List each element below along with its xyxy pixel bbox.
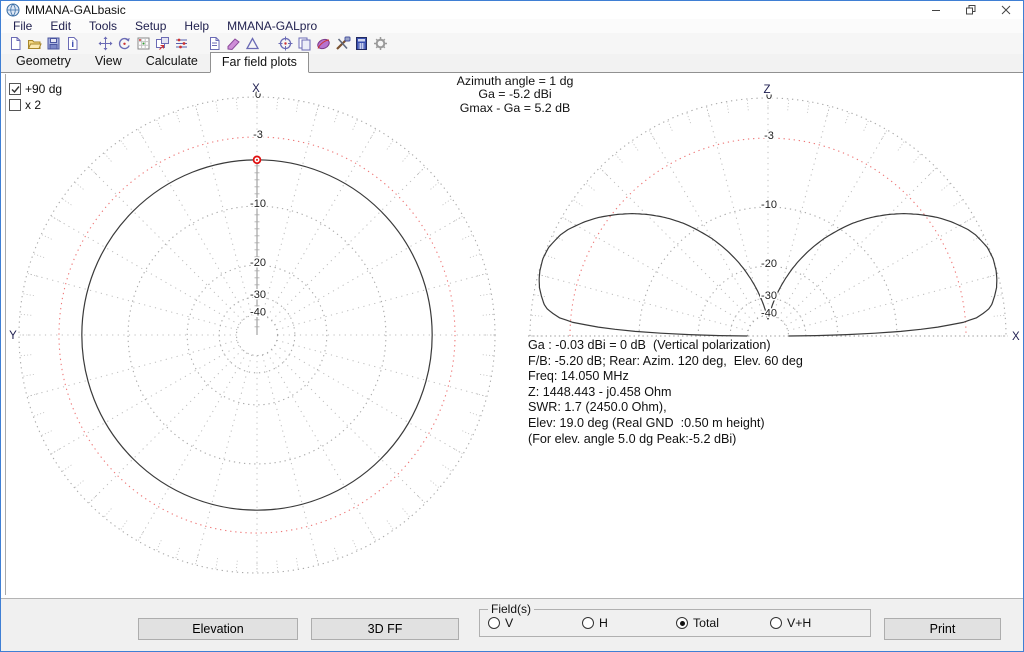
result-line: (For elev. angle 5.0 dg Peak:-5.2 dBi)	[528, 431, 737, 446]
svg-text:-20: -20	[250, 257, 266, 269]
svg-text:-20: -20	[761, 258, 777, 270]
svg-text:-3: -3	[253, 129, 263, 141]
radio-label: V	[505, 616, 514, 630]
radio-v[interactable]: V	[488, 616, 582, 630]
radio-total[interactable]: Total	[676, 616, 770, 630]
svg-text:-30: -30	[761, 290, 777, 302]
checked-checkbox-icon	[9, 83, 21, 95]
result-line: Elev: 19.0 deg (Real GND :0.50 m height)	[528, 415, 765, 430]
svg-text:Y: Y	[9, 330, 17, 342]
checkbox-+90-dg[interactable]: +90 dg	[9, 82, 62, 96]
radio-unselected-icon	[582, 617, 594, 629]
radio-label: V+H	[787, 616, 812, 630]
checkbox-label: +90 dg	[25, 82, 63, 96]
radio-selected-icon	[676, 617, 688, 629]
fields-group-label: Field(s)	[488, 602, 535, 616]
svg-text:X: X	[1012, 331, 1020, 343]
unchecked-checkbox-icon	[9, 99, 21, 111]
elevation-button[interactable]: Elevation	[138, 618, 298, 640]
azimuth-plot[interactable]: 0-3-10-20-30-40XY	[8, 82, 496, 574]
checkbox-x-2[interactable]: x 2	[9, 98, 41, 112]
svg-text:-10: -10	[761, 199, 777, 211]
svg-text:Z: Z	[763, 84, 770, 96]
tab-far-field-plots[interactable]: Far field plots	[209, 52, 309, 73]
svg-text:-3: -3	[764, 130, 774, 142]
fields-groupbox: Field(s) V H Total V+H	[479, 602, 871, 637]
mmana-galbasic-window: MMANA-GALbasic File Edit Tools Setup Help MMA…	[0, 0, 1024, 652]
svg-text:-30: -30	[250, 289, 266, 301]
result-line: Freq: 14.050 MHz	[528, 369, 629, 384]
svg-text:-40: -40	[250, 307, 266, 319]
radio-unselected-icon	[488, 617, 500, 629]
svg-text:X: X	[252, 83, 260, 95]
result-line: Ga : -0.03 dBi = 0 dB (Vertical polariza…	[528, 338, 771, 352]
radio-unselected-icon	[770, 617, 782, 629]
radio-h[interactable]: H	[582, 616, 676, 630]
3d-ff-button[interactable]: 3D FF	[311, 618, 459, 640]
result-line: Z: 1448.443 - j0.458 Ohm	[528, 384, 672, 399]
radio-label: Total	[693, 616, 719, 630]
svg-text:-10: -10	[250, 198, 266, 210]
result-summary: Ga : -0.03 dBi = 0 dB (Vertical polariza…	[528, 338, 803, 447]
annotation-gmax: Gmax - Ga = 5.2 dB	[459, 100, 571, 115]
annotation-ga: Ga = -5.2 dBi	[478, 87, 552, 102]
fields-radio-row: V H Total V+H	[488, 616, 864, 630]
elevation-plot[interactable]: 0-3-10-20-30-40ZX	[528, 83, 1022, 345]
result-line: SWR: 1.7 (2450.0 Ohm),	[528, 400, 667, 415]
bottom-control-bar: Elevation 3D FF Field(s) V H Total V+H Prin…	[1, 598, 1023, 651]
svg-text:-40: -40	[761, 308, 777, 320]
annotation-azimuth: Azimuth angle = 1 dg	[456, 74, 574, 88]
print-button[interactable]: Print	[884, 618, 1001, 640]
checkbox-label: x 2	[25, 98, 42, 112]
cursor-annotation: Azimuth angle = 1 dg Ga = -5.2 dBi Gmax …	[369, 74, 661, 115]
radio-v-h[interactable]: V+H	[770, 616, 864, 630]
radio-label: H	[599, 616, 608, 630]
result-line: F/B: -5.20 dB; Rear: Azim. 120 deg, Elev…	[528, 353, 803, 368]
